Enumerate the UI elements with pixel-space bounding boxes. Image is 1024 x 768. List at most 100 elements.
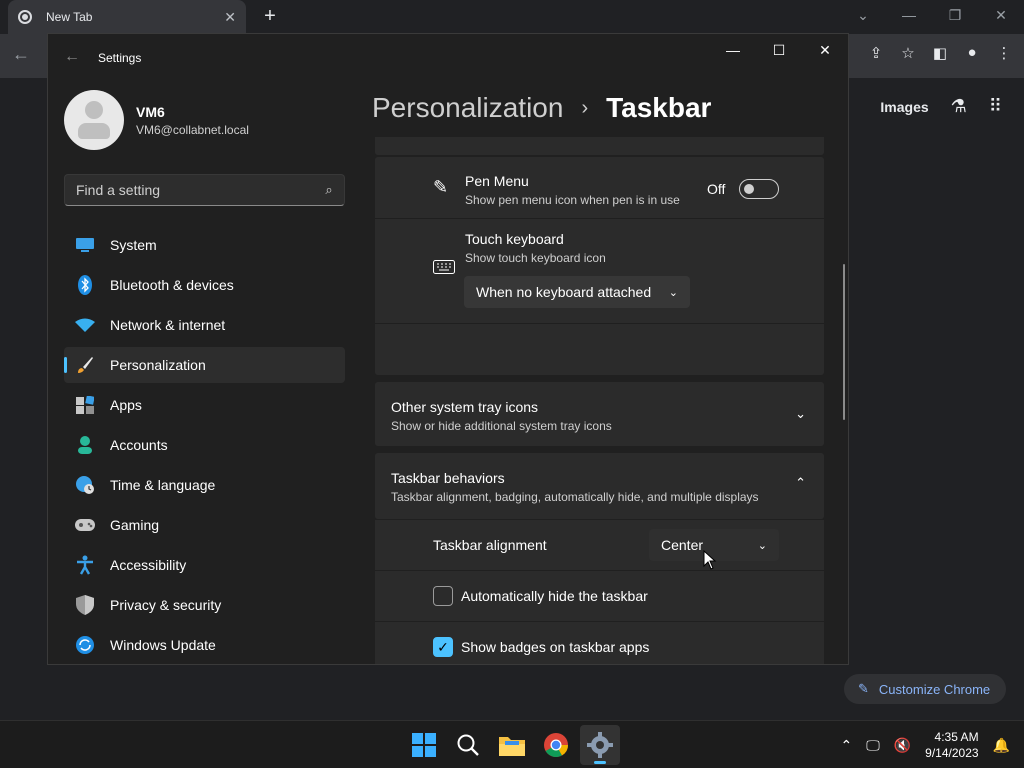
bookmark-star-icon[interactable]: ☆ bbox=[898, 44, 918, 62]
sidebar-item-apps[interactable]: Apps bbox=[64, 387, 345, 423]
taskbar-alignment-row: Taskbar alignment Center ⌄ bbox=[375, 520, 824, 570]
chrome-tab-title: New Tab bbox=[46, 10, 93, 24]
pen-menu-state: Off bbox=[707, 181, 726, 197]
settings-window-controls: — ☐ ✕ bbox=[710, 34, 848, 66]
sidebar-item-label: Accessibility bbox=[110, 557, 187, 573]
settings-taskbar-button[interactable] bbox=[580, 725, 620, 765]
chrome-taskbar-button[interactable] bbox=[536, 725, 576, 765]
pencil-icon: ✎ bbox=[858, 681, 869, 696]
update-icon bbox=[74, 635, 96, 655]
breadcrumb-parent[interactable]: Personalization bbox=[372, 92, 563, 124]
touch-keyboard-subtitle: Show touch keyboard icon bbox=[465, 251, 606, 265]
close-tab-icon[interactable]: ✕ bbox=[224, 9, 236, 26]
sidebar-item-label: Accounts bbox=[110, 437, 168, 453]
settings-titlebar: ← Settings — ☐ ✕ bbox=[48, 34, 848, 82]
chrome-menu-icon[interactable]: ⋮ bbox=[994, 44, 1014, 62]
pen-menu-toggle[interactable] bbox=[739, 179, 779, 199]
sidebar-item-accounts[interactable]: Accounts bbox=[64, 427, 345, 463]
customize-chrome-label: Customize Chrome bbox=[878, 681, 991, 697]
sidebar-item-network[interactable]: Network & internet bbox=[64, 307, 345, 343]
tab-search-icon[interactable]: ⌄ bbox=[840, 0, 886, 30]
badges-checkbox[interactable]: ✓ bbox=[433, 637, 453, 657]
chrome-tab-strip: New Tab ✕ + ⌄ — ❐ ✕ bbox=[0, 0, 1024, 34]
content-scrollbar[interactable] bbox=[843, 264, 845, 420]
file-explorer-button[interactable] bbox=[492, 725, 532, 765]
badges-label: Show badges on taskbar apps bbox=[461, 639, 650, 655]
maximize-icon[interactable]: ☐ bbox=[756, 34, 802, 66]
sidebar-item-gaming[interactable]: Gaming bbox=[64, 507, 345, 543]
windows-taskbar: ⌃ 🖵 🔇 4:35 AM 9/14/2023 🔔 bbox=[0, 720, 1024, 768]
sidebar-item-windows-update[interactable]: Windows Update bbox=[64, 627, 345, 663]
user-profile[interactable]: VM6 VM6@collabnet.local bbox=[64, 90, 249, 150]
volume-muted-icon[interactable]: 🔇 bbox=[894, 737, 911, 754]
settings-nav: System Bluetooth & devices Network & int… bbox=[64, 227, 345, 664]
pen-menu-row: ✎ Pen Menu Show pen menu icon when pen i… bbox=[375, 157, 824, 219]
person-icon bbox=[74, 435, 96, 455]
images-link[interactable]: Images bbox=[880, 99, 928, 115]
wifi-icon bbox=[74, 315, 96, 335]
close-icon[interactable]: ✕ bbox=[802, 34, 848, 66]
taskbar-apps bbox=[404, 725, 620, 765]
chevron-down-icon[interactable]: ⌄ bbox=[795, 406, 806, 422]
touch-keyboard-value: When no keyboard attached bbox=[476, 284, 652, 300]
chrome-close-icon[interactable]: ✕ bbox=[978, 0, 1024, 30]
taskbar-behaviors-title: Taskbar behaviors bbox=[391, 470, 505, 486]
search-icon[interactable]: ⌕ bbox=[314, 182, 344, 198]
chrome-tab-new-tab[interactable]: New Tab ✕ bbox=[8, 0, 246, 34]
chrome-window-controls: ⌄ — ❐ ✕ bbox=[840, 0, 1024, 30]
taskbar-clock[interactable]: 4:35 AM 9/14/2023 bbox=[925, 729, 978, 761]
sidebar-item-label: Network & internet bbox=[110, 317, 226, 333]
sidebar-item-time-language[interactable]: Time & language bbox=[64, 467, 345, 503]
customize-chrome-button[interactable]: ✎ Customize Chrome bbox=[844, 674, 1006, 704]
sidebar-item-accessibility[interactable]: Accessibility bbox=[64, 547, 345, 583]
minimize-icon[interactable]: — bbox=[710, 34, 756, 66]
sidebar-item-privacy-security[interactable]: Privacy & security bbox=[64, 587, 345, 623]
back-arrow-icon[interactable]: ← bbox=[64, 48, 80, 66]
taskbar-behaviors-subtitle: Taskbar alignment, badging, automaticall… bbox=[391, 490, 759, 504]
settings-content[interactable]: ✎ Pen Menu Show pen menu icon when pen i… bbox=[375, 137, 825, 664]
chrome-minimize-icon[interactable]: — bbox=[886, 0, 932, 30]
labs-flask-icon[interactable]: ⚗ bbox=[951, 96, 967, 117]
taskbar-search-button[interactable] bbox=[448, 725, 488, 765]
globe-clock-icon bbox=[74, 475, 96, 495]
taskbar-behaviors-header[interactable]: Taskbar behaviors Taskbar alignment, bad… bbox=[375, 453, 824, 519]
share-icon[interactable]: ⇪ bbox=[866, 44, 886, 62]
chrome-favicon-icon bbox=[18, 10, 32, 24]
chevron-up-icon[interactable]: ⌃ bbox=[841, 737, 853, 754]
other-tray-title: Other system tray icons bbox=[391, 399, 539, 415]
notification-bell-icon[interactable]: 🔔 bbox=[993, 737, 1010, 754]
network-monitor-icon[interactable]: 🖵 bbox=[866, 737, 880, 754]
breadcrumb-separator: › bbox=[581, 96, 589, 119]
taskbar-alignment-label: Taskbar alignment bbox=[433, 537, 547, 553]
find-setting-box[interactable]: ⌕ bbox=[64, 174, 345, 206]
pen-menu-subtitle: Show pen menu icon when pen is in use bbox=[465, 193, 680, 207]
sidebar-item-label: Gaming bbox=[110, 517, 160, 533]
chrome-back-icon[interactable]: ← bbox=[12, 44, 30, 65]
autohide-checkbox[interactable] bbox=[433, 586, 453, 606]
chrome-restore-icon[interactable]: ❐ bbox=[932, 0, 978, 30]
other-tray-icons-card[interactable]: Other system tray icons Show or hide add… bbox=[375, 382, 824, 446]
new-tab-button[interactable]: + bbox=[260, 5, 280, 28]
sidebar-item-label: Privacy & security bbox=[110, 597, 222, 613]
profile-icon[interactable]: ● bbox=[962, 44, 982, 62]
autohide-row: Automatically hide the taskbar bbox=[375, 571, 824, 621]
badges-row: ✓ Show badges on taskbar apps bbox=[375, 622, 824, 664]
sidebar-item-label: Apps bbox=[110, 397, 142, 413]
clipped-card-top bbox=[375, 137, 824, 155]
touch-keyboard-dropdown[interactable]: When no keyboard attached ⌄ bbox=[464, 276, 690, 308]
gear-icon bbox=[587, 732, 613, 758]
search-input[interactable] bbox=[76, 182, 314, 198]
chrome-icon bbox=[544, 733, 568, 758]
brush-icon bbox=[74, 355, 96, 375]
chevron-up-icon[interactable]: ⌃ bbox=[795, 475, 806, 491]
avatar bbox=[64, 90, 124, 150]
sidebar-item-label: Time & language bbox=[110, 477, 216, 493]
side-panel-icon[interactable]: ◧ bbox=[930, 44, 950, 62]
sidebar-item-bluetooth[interactable]: Bluetooth & devices bbox=[64, 267, 345, 303]
apps-grid-icon[interactable]: ⠿ bbox=[989, 96, 1002, 117]
start-button[interactable] bbox=[404, 725, 444, 765]
folder-icon bbox=[499, 737, 525, 756]
window-title: Settings bbox=[98, 51, 142, 65]
sidebar-item-system[interactable]: System bbox=[64, 227, 345, 263]
sidebar-item-personalization[interactable]: Personalization bbox=[64, 347, 345, 383]
